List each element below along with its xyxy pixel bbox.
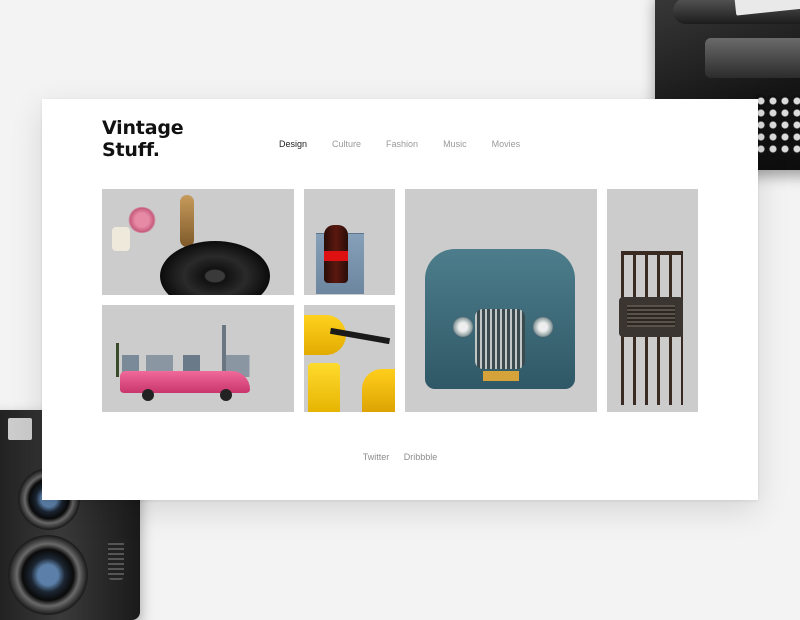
flowers bbox=[127, 207, 157, 233]
typewriter-keys bbox=[755, 95, 800, 155]
main-nav: Design Culture Fashion Music Movies bbox=[279, 139, 545, 149]
camera-taking-lens bbox=[8, 535, 88, 615]
nav-item-culture[interactable]: Culture bbox=[332, 139, 361, 149]
gallery-tile-yellow-scooter[interactable] bbox=[304, 305, 395, 412]
palm-tree bbox=[116, 343, 119, 377]
nav-item-design[interactable]: Design bbox=[279, 139, 307, 149]
scooter-leg-shield bbox=[308, 363, 340, 412]
nav-item-music[interactable]: Music bbox=[443, 139, 467, 149]
site-logo[interactable]: Vintage Stuff. bbox=[102, 117, 184, 161]
gallery-tile-coke-jeans[interactable] bbox=[304, 189, 395, 295]
logo-line-2: Stuff. bbox=[102, 139, 160, 161]
gallery-tile-radio-chair[interactable] bbox=[607, 189, 698, 412]
logo-line-1: Vintage bbox=[102, 117, 184, 139]
footer: Twitter Dribbble bbox=[42, 452, 758, 462]
typewriter-brand-plate bbox=[705, 38, 800, 78]
car-wheel-front bbox=[142, 389, 154, 401]
footer-link-twitter[interactable]: Twitter bbox=[363, 452, 390, 462]
vase bbox=[112, 227, 130, 251]
car-wheel-rear bbox=[220, 389, 232, 401]
pink-convertible bbox=[120, 371, 250, 393]
gallery-tile-record-player[interactable] bbox=[102, 189, 294, 295]
footer-link-dribbble[interactable]: Dribbble bbox=[404, 452, 438, 462]
truck-headlight-right bbox=[533, 317, 553, 337]
truck-headlight-left bbox=[453, 317, 473, 337]
camera-knob bbox=[108, 540, 124, 580]
tower bbox=[222, 325, 226, 375]
vintage-radio bbox=[619, 297, 683, 337]
gallery-tile-pink-car[interactable] bbox=[102, 305, 294, 412]
coke-bottle bbox=[324, 225, 348, 283]
camera-label bbox=[8, 418, 32, 440]
scooter-side-panel bbox=[362, 369, 395, 412]
vintage-phone bbox=[180, 195, 194, 247]
gallery-tile-old-truck[interactable] bbox=[405, 189, 597, 412]
nav-item-movies[interactable]: Movies bbox=[492, 139, 521, 149]
truck-grille bbox=[475, 309, 525, 369]
nav-item-fashion[interactable]: Fashion bbox=[386, 139, 418, 149]
website-card: Vintage Stuff. Design Culture Fashion Mu… bbox=[42, 99, 758, 500]
truck-license-plate bbox=[483, 371, 519, 381]
vinyl-record bbox=[160, 241, 270, 295]
